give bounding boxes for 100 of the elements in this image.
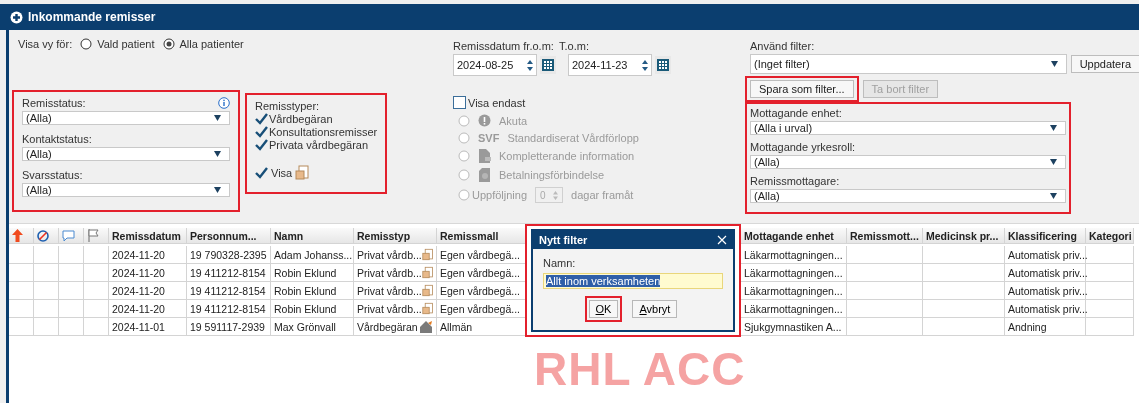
dialog-title: Nytt filter	[539, 234, 588, 246]
dropdown-field[interactable]: (Alla)	[22, 183, 230, 197]
column-header[interactable]	[9, 228, 34, 244]
speech-bubble-icon	[62, 229, 75, 242]
empty-cell	[59, 264, 84, 282]
calendar-icon[interactable]	[655, 56, 671, 74]
window-title: Inkommande remisser	[28, 10, 156, 24]
column-header[interactable]: Kategori	[1086, 228, 1134, 244]
calendar-icon[interactable]	[540, 56, 556, 74]
dropdown-caret-icon	[214, 115, 221, 121]
dropdown-caret-icon	[1050, 125, 1057, 131]
cell-text: Privat vårdb...	[357, 266, 422, 279]
referral-document-icon	[421, 265, 433, 280]
checkbox[interactable]	[255, 166, 268, 179]
empty-cell	[84, 264, 109, 282]
column-header[interactable]: Klassificering	[1005, 228, 1086, 244]
dropdown-field[interactable]: (Alla)	[750, 155, 1066, 169]
option-label: Uppföljning	[472, 189, 528, 201]
date-field[interactable]: 2024-11-23	[568, 54, 652, 76]
option-label: Akuta	[499, 114, 528, 127]
empty-cell	[34, 246, 59, 264]
column-header[interactable]	[84, 228, 109, 244]
dialog-button[interactable]: OK	[588, 300, 619, 318]
radio-button[interactable]	[80, 38, 93, 50]
name-input-field[interactable]: Allt inom verksamheten	[543, 273, 723, 289]
table-cell: Andning	[1005, 318, 1086, 336]
radio-label: Vald patient	[97, 38, 155, 50]
table-cell: 19 591117-2939	[187, 318, 271, 336]
plus-circle-icon	[10, 10, 23, 24]
radio-label: Alla patienter	[179, 38, 244, 50]
option-label: Standardiserat Vårdförlopp	[507, 132, 639, 144]
dropdown-field[interactable]: (Alla i urval)	[750, 121, 1066, 135]
dialog-button[interactable]: Avbryt	[632, 300, 678, 318]
dropdown-field[interactable]: (Inget filter)	[750, 54, 1067, 74]
table-cell: 2024-11-01	[109, 318, 187, 336]
field-label: T.o.m:	[559, 40, 589, 52]
table-cell: 19 790328-2395	[187, 246, 271, 264]
exclamation-icon	[478, 114, 491, 127]
checkbox-label: Konsultationsremisser	[269, 125, 378, 138]
table-cell: Robin Eklund	[271, 282, 354, 300]
column-header[interactable]: Personnum...	[187, 228, 271, 244]
dropdown-caret-icon	[214, 151, 221, 157]
empty-cell	[1086, 318, 1134, 336]
table-cell: 2024-11-20	[109, 264, 187, 282]
dropdown-field[interactable]: (Alla)	[750, 189, 1066, 203]
info-icon[interactable]	[218, 97, 230, 109]
column-header[interactable]: Medicinsk pr...	[923, 228, 1005, 244]
spinner-arrows-icon[interactable]	[642, 59, 648, 71]
close-icon[interactable]	[717, 235, 727, 245]
empty-cell	[59, 282, 84, 300]
column-header[interactable]: Remissmott...	[847, 228, 923, 244]
checkbox[interactable]	[453, 96, 466, 109]
field-label: Remissdatum fr.o.m:	[453, 40, 555, 52]
dropdown-caret-icon	[1050, 61, 1058, 67]
field-label: Kontaktstatus:	[22, 133, 92, 145]
date-field[interactable]: 2024-08-25	[453, 54, 537, 76]
checkbox[interactable]	[255, 125, 268, 138]
update-button[interactable]: Uppdatera	[1070, 55, 1139, 73]
referral-document-icon	[421, 301, 433, 316]
checkbox-label: Visa endast	[468, 96, 526, 109]
empty-cell	[1086, 300, 1134, 318]
section-title: Remisstyper:	[255, 100, 321, 112]
field-label: Mottagande yrkesroll:	[750, 141, 857, 153]
field-label: Svarsstatus:	[22, 169, 83, 181]
column-header[interactable]: Remisstyp	[354, 228, 437, 244]
prohibited-icon	[37, 229, 49, 242]
view-for-label: Visa vy för:	[18, 38, 73, 50]
dropdown-field[interactable]: (Alla)	[22, 147, 230, 161]
option-label: Kompletterande information	[499, 150, 635, 162]
column-header[interactable]: Mottagande enhet	[741, 228, 847, 244]
table-cell: 2024-11-20	[109, 282, 187, 300]
referral-document-icon	[421, 247, 433, 262]
empty-cell	[59, 246, 84, 264]
document-icon	[478, 149, 491, 163]
table-cell: Robin Eklund	[271, 300, 354, 318]
dropdown-field[interactable]: (Alla)	[22, 111, 230, 125]
checkbox-label: Vårdbegäran	[269, 112, 333, 125]
table-cell: 19 411212-8154	[187, 300, 271, 318]
empty-cell	[84, 246, 109, 264]
field-label: Remisstatus:	[22, 97, 86, 109]
radio-button[interactable]	[162, 38, 175, 50]
column-header[interactable]: Remissdatum	[109, 228, 187, 244]
house-arrow-icon	[419, 319, 433, 334]
save-filter-button[interactable]: Spara som filter...	[750, 80, 854, 98]
option-label: dagar framåt	[571, 189, 634, 201]
column-header[interactable]: Remissmall	[437, 228, 527, 244]
table-cell: Automatisk priv...	[1005, 264, 1086, 282]
field-label: Mottagande enhet:	[750, 107, 843, 119]
flag-icon	[87, 229, 99, 242]
empty-cell	[34, 300, 59, 318]
column-header[interactable]	[34, 228, 59, 244]
cell-text: Privat vårdb...	[357, 248, 422, 261]
checkbox-label: Visa	[271, 166, 293, 179]
empty-cell	[34, 264, 59, 282]
dropdown-caret-icon	[214, 187, 221, 193]
checkbox[interactable]	[255, 112, 268, 125]
column-header[interactable]: Namn	[271, 228, 354, 244]
checkbox[interactable]	[255, 138, 268, 151]
spinner-arrows-icon[interactable]	[527, 59, 533, 71]
document-icon	[295, 165, 310, 180]
